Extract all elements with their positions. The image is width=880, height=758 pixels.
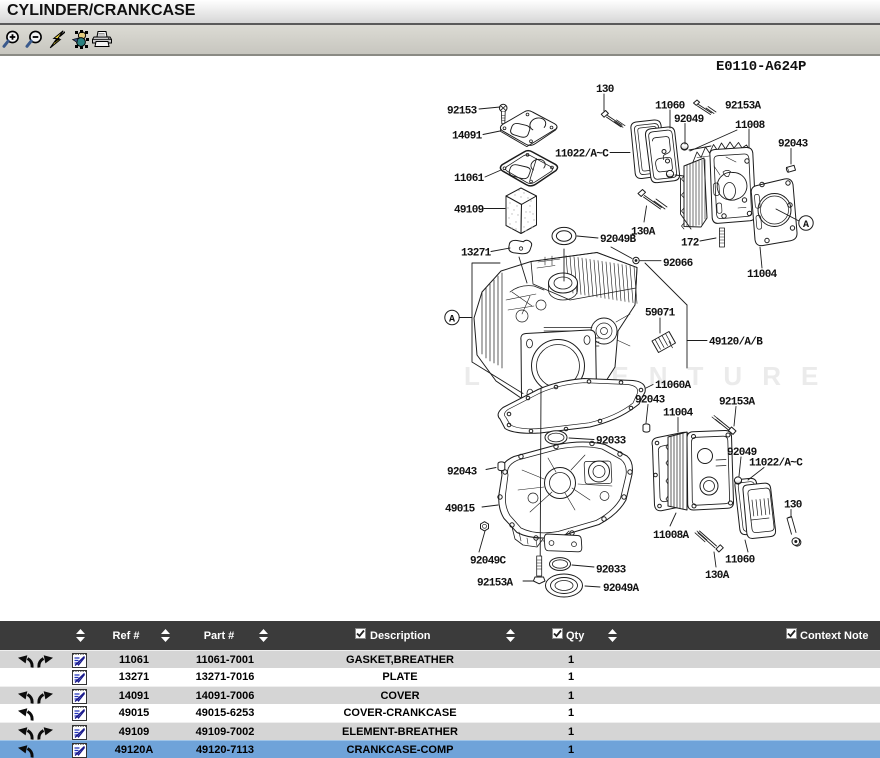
svg-text:92043: 92043 xyxy=(635,395,666,407)
svg-text:59071: 59071 xyxy=(645,308,676,320)
svg-text:92153: 92153 xyxy=(447,106,478,118)
svg-text:92049C: 92049C xyxy=(470,556,507,568)
svg-text:11022/A~C: 11022/A~C xyxy=(749,458,803,470)
svg-text:92043: 92043 xyxy=(447,467,478,479)
svg-text:92033: 92033 xyxy=(596,565,627,577)
svg-text:130: 130 xyxy=(784,500,802,512)
svg-text:11060A: 11060A xyxy=(655,380,692,392)
svg-text:49015: 49015 xyxy=(445,504,476,516)
svg-text:130A: 130A xyxy=(705,570,730,582)
svg-text:92049B: 92049B xyxy=(600,234,637,246)
svg-text:11022/A~C: 11022/A~C xyxy=(555,149,609,161)
svg-text:92153A: 92153A xyxy=(719,397,756,409)
svg-text:11008A: 11008A xyxy=(653,530,690,542)
svg-text:92049: 92049 xyxy=(674,114,704,126)
svg-text:130: 130 xyxy=(596,84,614,96)
svg-text:11004: 11004 xyxy=(747,269,778,281)
svg-text:49120/A/B: 49120/A/B xyxy=(709,337,763,349)
svg-text:49109: 49109 xyxy=(454,205,484,217)
svg-text:92043: 92043 xyxy=(778,139,809,151)
svg-text:92049A: 92049A xyxy=(603,583,640,595)
svg-text:A: A xyxy=(803,220,809,231)
svg-text:92153A: 92153A xyxy=(477,578,514,590)
svg-text:A: A xyxy=(449,315,455,326)
svg-text:92033: 92033 xyxy=(596,436,627,448)
svg-text:172: 172 xyxy=(681,238,699,250)
svg-text:92153A: 92153A xyxy=(725,101,762,113)
svg-text:11004: 11004 xyxy=(663,408,694,420)
svg-text:E0110-A624P: E0110-A624P xyxy=(716,59,806,75)
svg-text:11060: 11060 xyxy=(725,555,755,567)
svg-text:13271: 13271 xyxy=(461,248,492,260)
svg-text:92066: 92066 xyxy=(663,258,693,270)
svg-text:14091: 14091 xyxy=(452,131,483,143)
svg-text:11061: 11061 xyxy=(454,173,485,185)
svg-text:11008: 11008 xyxy=(735,120,766,132)
svg-text:11060: 11060 xyxy=(655,101,685,113)
